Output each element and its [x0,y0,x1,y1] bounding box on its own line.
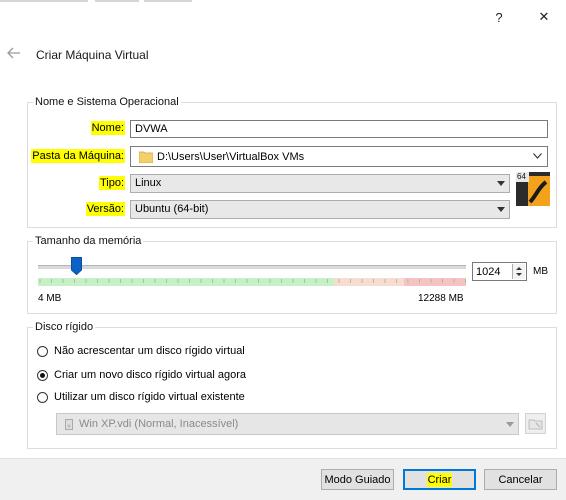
disk-option-label: Utilizar um disco rígido virtual existen… [54,391,245,403]
memory-unit: MB [533,266,548,277]
memory-legend: Tamanho da memória [33,235,144,247]
version-label: Versão: [85,202,125,216]
guided-mode-label: Modo Guiado [324,473,391,486]
memory-max-label: 12288 MB [418,293,464,304]
page-title: Criar Máquina Virtual [36,48,149,62]
folder-value: D:\Users\User\VirtualBox VMs [157,151,305,163]
disk-option-label: Não acrescentar um disco rígido virtual [54,345,245,357]
version-select[interactable]: Ubuntu (64-bit) [130,200,510,219]
name-label: Nome: [90,121,125,135]
name-input[interactable]: DVWA [130,120,548,138]
disk-option-label: Criar um novo disco rígido virtual agora [54,369,246,381]
disk-option-none[interactable]: Não acrescentar um disco rígido virtual [37,345,245,357]
disk-option-existing[interactable]: Utilizar um disco rígido virtual existen… [37,391,245,403]
choose-disk-button[interactable] [525,413,546,434]
cancel-button[interactable]: Cancelar [484,469,557,490]
stepper-arrows-icon [516,267,522,276]
radio-button[interactable] [37,345,48,357]
version-value: Ubuntu (64-bit) [135,203,209,215]
memory-slider-track[interactable] [38,265,466,269]
dropdown-arrow-icon [497,181,505,186]
folder-disk-icon [528,419,543,430]
memory-slider-scale [38,277,466,286]
guided-mode-button[interactable]: Modo Guiado [321,469,394,490]
dropdown-arrow-icon [497,207,505,212]
memory-min-label: 4 MB [38,293,62,304]
top-strip [0,0,566,3]
help-button[interactable]: ? [482,5,516,29]
top-strip-segment [95,0,139,2]
existing-disk-select[interactable]: Win XP.vdi (Normal, Inacessível) [56,413,519,435]
dropdown-arrow-icon [506,422,514,427]
disk-legend: Disco rígido [33,321,96,333]
memory-slider-thumb[interactable] [71,257,82,276]
type-value: Linux [135,177,162,189]
cancel-label: Cancelar [498,473,543,486]
name-os-legend: Nome e Sistema Operacional [33,96,181,108]
disk-option-create[interactable]: Criar um novo disco rígido virtual agora [37,369,246,381]
memory-stepper[interactable] [512,264,525,279]
memory-value: 1024 [476,266,501,278]
folder-label: Pasta da Máquina: [31,149,125,163]
radio-button-selected[interactable] [37,369,48,381]
top-strip-segment [144,0,192,2]
close-button[interactable]: ✕ [527,5,561,29]
memory-spinbox[interactable]: 1024 [472,262,527,281]
close-icon: ✕ [538,9,550,24]
create-label: Criar [426,472,453,487]
help-icon: ? [495,9,503,25]
back-button[interactable] [7,46,23,62]
type-select[interactable]: Linux [130,174,510,193]
existing-disk-value: Win XP.vdi (Normal, Inacessível) [79,418,239,430]
folder-select[interactable]: D:\Users\User\VirtualBox VMs [130,146,548,167]
os-type-icon: 64 [516,172,550,206]
top-strip-segment [0,0,88,2]
dialog-footer [0,458,566,500]
radio-button[interactable] [37,391,48,403]
folder-icon [138,150,154,166]
chevron-down-icon [533,149,542,162]
back-arrow-icon [7,47,20,59]
disk-file-icon [65,419,73,433]
create-button[interactable]: Criar [403,469,476,490]
type-label: Tipo: [98,176,125,190]
os-64bit-badge: 64 [517,172,526,181]
